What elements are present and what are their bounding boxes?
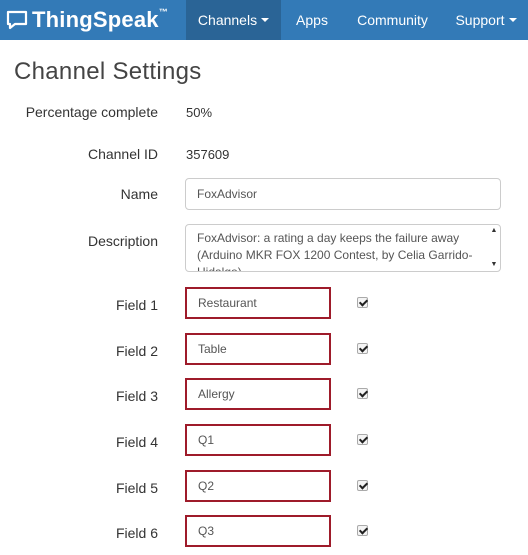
scroll-up-icon[interactable]: ▲ <box>490 227 498 234</box>
chevron-down-icon <box>261 18 270 23</box>
nav-channels-label: Channels <box>197 12 258 28</box>
field-3-label: Field 3 <box>115 388 158 404</box>
nav-apps-label: Apps <box>296 12 328 28</box>
nav-community-label: Community <box>357 12 428 28</box>
field-5-checkbox[interactable] <box>357 480 368 491</box>
description-textarea[interactable]: FoxAdvisor: a rating a day keeps the fai… <box>185 224 501 272</box>
chevron-down-icon <box>508 18 517 23</box>
percentage-label: Percentage complete <box>25 104 158 120</box>
field-1-input[interactable]: Restaurant <box>185 287 331 319</box>
field-1-checkbox[interactable] <box>357 297 368 308</box>
field-4-label: Field 4 <box>115 434 158 450</box>
nav-channels[interactable]: Channels <box>186 0 281 40</box>
nav-support[interactable]: Support <box>447 0 525 40</box>
field-1-label: Field 1 <box>115 297 158 313</box>
name-input[interactable]: FoxAdvisor <box>185 178 501 210</box>
brand-logo[interactable]: ThingSpeak ™ <box>6 5 168 35</box>
channel-id-label: Channel ID <box>87 146 158 162</box>
field-2-input[interactable]: Table <box>185 333 331 365</box>
name-label: Name <box>120 186 158 202</box>
scroll-down-icon[interactable]: ▼ <box>490 261 498 268</box>
page-title: Channel Settings <box>14 58 202 85</box>
field-3-input[interactable]: Allergy <box>185 378 331 410</box>
nav-community[interactable]: Community <box>345 0 440 40</box>
nav-support-label: Support <box>455 12 505 28</box>
field-4-checkbox[interactable] <box>357 434 368 445</box>
description-text: FoxAdvisor: a rating a day keeps the fai… <box>197 231 473 272</box>
field-3-checkbox[interactable] <box>357 388 368 399</box>
field-6-checkbox[interactable] <box>357 525 368 536</box>
description-label: Description <box>87 233 158 249</box>
speech-bubble-icon <box>6 10 28 30</box>
field-4-input[interactable]: Q1 <box>185 424 331 456</box>
channel-id-value: 357609 <box>186 147 230 162</box>
field-6-label: Field 6 <box>115 525 158 541</box>
brand-name: ThingSpeak <box>32 7 159 32</box>
percentage-value: 50% <box>186 105 213 120</box>
field-2-checkbox[interactable] <box>357 343 368 354</box>
field-5-input[interactable]: Q2 <box>185 470 331 502</box>
brand-trademark: ™ <box>158 7 168 17</box>
field-2-label: Field 2 <box>115 343 158 359</box>
nav-apps[interactable]: Apps <box>284 0 340 40</box>
field-5-label: Field 5 <box>115 480 158 496</box>
field-6-input[interactable]: Q3 <box>185 515 331 547</box>
top-navbar: ThingSpeak ™ Channels Apps Community Supp… <box>0 0 528 40</box>
